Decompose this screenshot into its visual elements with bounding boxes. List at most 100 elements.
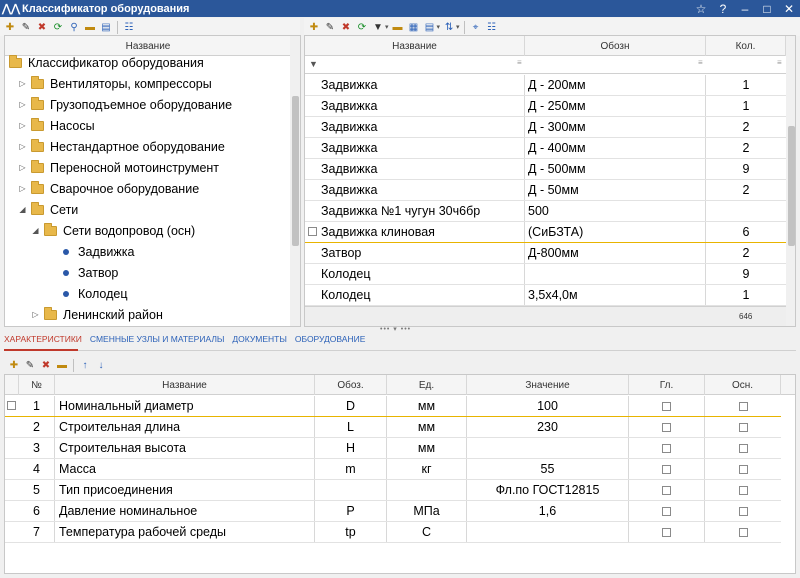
tab-equipment[interactable]: ОБОРУДОВАНИЕ <box>295 334 366 348</box>
tree-item[interactable]: Задвижка <box>5 241 134 262</box>
table-row[interactable]: 3 Строительная высота Hмм <box>5 438 781 459</box>
expand-icon[interactable]: ▷ <box>18 163 27 172</box>
table-row[interactable]: Затвор Д-800мм 2 <box>305 243 786 264</box>
close-button[interactable]: ✕ <box>778 0 800 17</box>
base-checkbox[interactable] <box>738 401 748 411</box>
folder-add-icon[interactable]: ▤ <box>99 20 113 34</box>
column-header-base[interactable]: Осн. <box>705 375 781 395</box>
base-checkbox[interactable] <box>738 485 748 495</box>
table-row[interactable]: Колодец 9 <box>305 264 786 285</box>
edit-icon[interactable]: ✎ <box>323 20 337 34</box>
collapse-icon[interactable]: ◢ <box>18 205 27 214</box>
grid-scrollbar[interactable] <box>786 36 795 326</box>
layout-icon[interactable]: ▤ <box>423 20 437 34</box>
filter-icon[interactable]: ▼ <box>309 59 318 69</box>
edit-icon[interactable]: ✎ <box>23 358 37 372</box>
add-icon[interactable]: ✚ <box>7 358 21 372</box>
column-header-name[interactable]: Название <box>55 375 315 395</box>
filter-menu-icon[interactable]: ≡ <box>517 58 522 67</box>
expand-icon[interactable]: ▷ <box>18 100 27 109</box>
table-row[interactable]: Колодец 3,5х4,0м 1 <box>305 285 786 306</box>
expand-icon[interactable]: ▷ <box>18 79 27 88</box>
expand-icon[interactable]: ▷ <box>18 121 27 130</box>
star-icon[interactable]: ☆ <box>690 0 712 17</box>
splitter-handle-icon[interactable]: ••• ▾ ••• <box>380 325 411 333</box>
table-row[interactable]: 6 Давление номинальное P МПа 1,6 <box>5 501 781 522</box>
filter-menu-icon[interactable]: ≡ <box>777 58 782 67</box>
tab-characteristics[interactable]: ХАРАКТЕРИСТИКИ <box>4 334 82 348</box>
tree-item[interactable]: ▷ Ленинский район <box>5 304 163 325</box>
main-checkbox[interactable] <box>662 422 671 432</box>
tree-view-icon[interactable]: ☷ <box>122 20 136 34</box>
column-header-value[interactable]: Значение <box>467 375 629 395</box>
delete-icon[interactable]: ✖ <box>39 358 53 372</box>
delete-icon[interactable]: ✖ <box>339 20 353 34</box>
folder-icon[interactable]: ▬ <box>83 20 97 34</box>
table-row[interactable]: Задвижка Д - 400мм 2 <box>305 138 786 159</box>
help-icon[interactable]: ? <box>712 0 734 17</box>
delete-icon[interactable]: ✖ <box>35 20 49 34</box>
base-checkbox[interactable] <box>738 422 748 432</box>
main-checkbox[interactable] <box>662 443 671 453</box>
tree-scrollbar[interactable] <box>290 36 300 326</box>
sort-icon[interactable]: ⇅ <box>442 20 456 34</box>
column-header-num[interactable]: № <box>19 375 55 395</box>
refresh-icon[interactable]: ⟳ <box>51 20 65 34</box>
tree-item[interactable]: ◢ Сети водопровод (осн) <box>5 220 195 241</box>
column-header-symbol[interactable]: Обоз. <box>315 375 387 395</box>
main-checkbox[interactable] <box>662 506 671 516</box>
table-row[interactable]: 2 Строительная длина Lмм 230 <box>5 417 781 438</box>
filter-menu-icon[interactable]: ≡ <box>698 58 703 67</box>
tree-item[interactable]: ◢ Сети <box>5 199 78 220</box>
add-icon[interactable]: ✚ <box>3 20 17 34</box>
search-icon[interactable]: ⚲ <box>67 20 81 34</box>
filter-icon[interactable]: ▼ <box>371 20 385 34</box>
tab-spare-parts[interactable]: СМЕННЫЕ УЗЛЫ И МАТЕРИАЛЫ <box>90 334 225 348</box>
folder-icon[interactable]: ▬ <box>55 358 69 372</box>
arrow-up-icon[interactable]: ↑ <box>78 358 92 372</box>
tree-item[interactable]: ▷ Переносной мотоинструмент <box>5 157 219 178</box>
tab-documents[interactable]: ДОКУМЕНТЫ <box>232 334 286 348</box>
expand-icon[interactable]: ▷ <box>18 142 27 151</box>
chevron-down-icon[interactable]: ▾ <box>437 23 441 31</box>
table-row[interactable]: Задвижка Д - 200мм 1 <box>305 75 786 96</box>
edit-icon[interactable]: ✎ <box>19 20 33 34</box>
expand-icon[interactable]: ▷ <box>18 184 27 193</box>
column-header-unit[interactable]: Ед. <box>387 375 467 395</box>
base-checkbox[interactable] <box>738 527 748 537</box>
tree-item[interactable]: ▷ Вентиляторы, компрессоры <box>5 73 212 94</box>
table-row[interactable]: Задвижка клиновая (СиБЗТА) 6 <box>305 222 786 243</box>
arrow-down-icon[interactable]: ↓ <box>94 358 108 372</box>
tree-item[interactable]: ▷ Грузоподъемное оборудование <box>5 94 232 115</box>
table-row[interactable]: Задвижка Д - 50мм 2 <box>305 180 786 201</box>
collapse-icon[interactable]: ◢ <box>31 226 40 235</box>
tree-scroll-thumb[interactable] <box>292 96 299 246</box>
tree-item[interactable]: Затвор <box>5 262 118 283</box>
table-row[interactable]: Задвижка Д - 300мм 2 <box>305 117 786 138</box>
expand-icon[interactable]: ▷ <box>31 310 40 319</box>
maximize-button[interactable]: □ <box>756 0 778 17</box>
tree-item[interactable]: ▷ Сварочное оборудование <box>5 178 199 199</box>
chevron-down-icon[interactable]: ▾ <box>456 23 460 31</box>
list-view-icon[interactable]: ☷ <box>485 20 499 34</box>
grid-scroll-thumb[interactable] <box>788 126 795 246</box>
refresh-icon[interactable]: ⟳ <box>355 20 369 34</box>
tree-item[interactable]: Классификатор оборудования <box>5 52 204 73</box>
tree-item[interactable]: ▷ Насосы <box>5 115 95 136</box>
main-checkbox[interactable] <box>662 485 671 495</box>
table-row[interactable]: 5 Тип присоединения Фл.по ГОСТ12815 <box>5 480 781 501</box>
base-checkbox[interactable] <box>738 464 748 474</box>
column-header-main[interactable]: Гл. <box>629 375 705 395</box>
table-row[interactable]: Задвижка Д - 250мм 1 <box>305 96 786 117</box>
chevron-down-icon[interactable]: ▾ <box>385 23 389 31</box>
filter-row[interactable]: ▼ ≡ ≡ ≡ <box>305 56 786 74</box>
main-checkbox[interactable] <box>662 464 671 474</box>
location-icon[interactable]: ⌖ <box>469 20 483 34</box>
row-select-checkbox[interactable] <box>7 401 16 410</box>
column-header-qty[interactable]: Кол. <box>706 36 786 56</box>
main-checkbox[interactable] <box>662 527 671 537</box>
tree-item[interactable]: Колодец <box>5 283 127 304</box>
columns-icon[interactable]: ▦ <box>407 20 421 34</box>
tree-item[interactable]: ▷ Нестандартное оборудование <box>5 136 225 157</box>
base-checkbox[interactable] <box>738 443 748 453</box>
